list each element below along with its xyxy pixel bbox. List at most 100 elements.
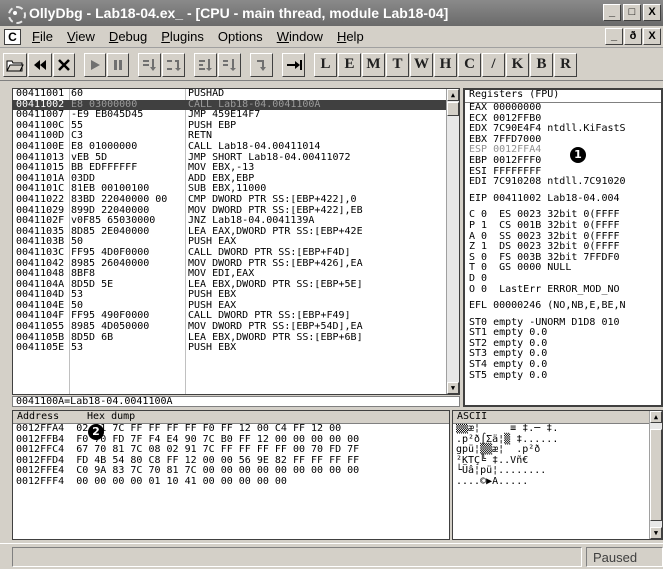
minimize-button[interactable]: _ bbox=[603, 4, 621, 21]
ascii-pane[interactable]: ASCII ▒▒æ¦ ≡ ‡.─ ‡. .p²ð⌠Σä¦▒ ‡...... gpü¦… bbox=[452, 410, 663, 540]
disasm-row[interactable]: 0041104E 50 PUSH EAX bbox=[13, 301, 459, 312]
scroll-thumb[interactable] bbox=[447, 102, 459, 116]
hex-cell: 8D85 2E040000 bbox=[71, 226, 150, 237]
disasm-row[interactable]: 0041101C 81EB 00100100 SUB EBX,11000 bbox=[13, 184, 459, 195]
disasm-row[interactable]: 0041105B 8D5D 6B LEA EBX,DWORD PTR SS:[EBP… bbox=[13, 333, 459, 344]
disasm-row[interactable]: 0041104A 8D5D 5E LEA EBX,DWORD PTR SS:[EBP… bbox=[13, 280, 459, 291]
instruction-cell: PUSHAD bbox=[188, 89, 225, 99]
register-row[interactable]: EFL 00000246 (NO,NB,E,BE,N bbox=[465, 300, 661, 312]
call-stack-button[interactable]: K bbox=[506, 52, 529, 77]
log-window-button[interactable]: L bbox=[314, 52, 337, 77]
disasm-row[interactable]: 00411042 8985 26040000 MOV DWORD PTR SS:[E… bbox=[13, 259, 459, 270]
dump-pane[interactable]: Address Hex dump 0012FFA4 02 91 7C FF FF… bbox=[12, 410, 450, 540]
menu-options-label: Options bbox=[217, 29, 263, 44]
disasm-row[interactable]: 0041100D C3 RETN bbox=[13, 131, 459, 142]
restart-icon[interactable] bbox=[28, 52, 52, 77]
disasm-row[interactable]: 0041101A 03DD ADD EBX,EBP bbox=[13, 174, 459, 185]
register-rows: EAX 00000000 ECX 0012FFB0 EDX 7C90E4F4 ntd… bbox=[465, 102, 661, 382]
menu-options[interactable]: Options bbox=[211, 29, 270, 44]
patches-button[interactable]: / bbox=[482, 52, 505, 77]
dump-row[interactable]: 0012FFF4 00 00 00 00 01 10 41 00 00 00 0… bbox=[13, 476, 449, 488]
hex-column-header[interactable]: Hex dump bbox=[87, 411, 135, 423]
disasm-row[interactable]: 0041100C 55 PUSH EBP bbox=[13, 121, 459, 132]
open-icon[interactable] bbox=[3, 52, 27, 77]
ollydbg-bug-icon[interactable] bbox=[6, 4, 26, 24]
scroll-up-icon[interactable]: ▲ bbox=[447, 89, 459, 101]
pause-icon[interactable] bbox=[107, 52, 129, 77]
mdi-close-button[interactable]: X bbox=[643, 28, 661, 45]
disasm-row[interactable]: 0041104F FF95 490F0000 CALL DWORD PTR SS:[… bbox=[13, 311, 459, 322]
disasm-row[interactable]: 00411015 BB EDFFFFFF MOV EBX,-13 bbox=[13, 163, 459, 174]
instruction-cell: PUSH EAX bbox=[188, 300, 237, 311]
close-icon[interactable] bbox=[53, 52, 75, 77]
menu-plugins[interactable]: Plugins bbox=[154, 29, 211, 44]
menu-help[interactable]: Help bbox=[330, 29, 371, 44]
address-column-header[interactable]: Address bbox=[17, 411, 59, 423]
disasm-row[interactable]: 00411002 E8 03000000 CALL Lab18-04.0041100… bbox=[13, 99, 459, 111]
disasm-row[interactable]: 0041103B 50 PUSH EAX bbox=[13, 237, 459, 248]
menu-debug[interactable]: Debug bbox=[102, 29, 154, 44]
register-row[interactable]: P 1 CS 001B 32bit 0(FFFF bbox=[465, 220, 661, 232]
disasm-row[interactable]: 0041104D 53 PUSH EBX bbox=[13, 290, 459, 301]
disasm-row[interactable]: 0041100E E8 01000000 CALL Lab18-04.0041101… bbox=[13, 142, 459, 153]
disasm-row[interactable]: 0041102F v0F85 65030000 JNZ Lab18-04.00411… bbox=[13, 216, 459, 227]
register-row[interactable]: ST5 empty 0.0 bbox=[465, 370, 661, 382]
dump-address: 0012FFA4 bbox=[16, 423, 65, 434]
disasm-row[interactable]: 00411048 8BF8 MOV EDI,EAX bbox=[13, 269, 459, 280]
ascii-column-header[interactable]: ASCII bbox=[457, 411, 487, 423]
menu-window[interactable]: Window bbox=[270, 29, 330, 44]
disasm-row[interactable]: 00411035 8D85 2E040000 LEA EAX,DWORD PTR S… bbox=[13, 227, 459, 238]
goto-icon[interactable] bbox=[282, 52, 305, 77]
memory-map-button[interactable]: M bbox=[362, 52, 385, 77]
register-row[interactable]: O 0 LastErr ERROR_MOD_NO bbox=[465, 284, 661, 296]
step-over-icon[interactable] bbox=[162, 52, 185, 77]
run-icon[interactable] bbox=[84, 52, 106, 77]
mdi-minimize-button[interactable]: _ bbox=[605, 28, 623, 45]
dump-scrollbar[interactable]: ▲ ▼ bbox=[649, 411, 662, 539]
scroll-down-icon[interactable]: ▼ bbox=[447, 382, 459, 394]
execute-till-return-icon[interactable] bbox=[250, 52, 273, 77]
registers-pane[interactable]: Registers (FPU) EAX 00000000 ECX 0012FFB0… bbox=[463, 88, 663, 407]
register-row[interactable]: EIP 00411002 Lab18-04.004 bbox=[465, 193, 661, 205]
ascii-row[interactable]: ▒▒æ¦ ≡ ‡.─ ‡. bbox=[453, 423, 662, 435]
register-row[interactable]: EBP 0012FFF0 bbox=[465, 155, 661, 167]
hex-cell: 50 bbox=[71, 237, 84, 248]
disasm-row[interactable]: 00411013 vEB 5D JMP SHORT Lab18-04.0041107… bbox=[13, 153, 459, 164]
executables-button[interactable]: E bbox=[338, 52, 361, 77]
hex-cell: 03DD bbox=[71, 173, 96, 184]
cpu-window-icon[interactable]: C bbox=[4, 28, 21, 45]
register-row[interactable]: T 0 GS 0000 NULL bbox=[465, 263, 661, 274]
disasm-row[interactable]: 0041103C FF95 4D0F0000 CALL DWORD PTR SS:[… bbox=[13, 248, 459, 259]
instruction-cell: CALL DWORD PTR SS:[EBP+F4D] bbox=[188, 247, 351, 258]
disassembly-scrollbar[interactable]: ▲ ▼ bbox=[446, 89, 459, 394]
scroll-down-icon[interactable]: ▼ bbox=[650, 527, 662, 539]
disasm-row[interactable]: 00411055 8985 4D050000 MOV DWORD PTR SS:[E… bbox=[13, 322, 459, 333]
close-button[interactable]: X bbox=[643, 4, 661, 21]
windows-button[interactable]: W bbox=[410, 52, 433, 77]
disasm-row[interactable]: 00411022 83BD 22040000 00 CMP DWORD PTR SS… bbox=[13, 195, 459, 206]
scroll-up-icon[interactable]: ▲ bbox=[650, 411, 662, 423]
references-button[interactable]: R bbox=[554, 52, 577, 77]
cpu-button[interactable]: C bbox=[458, 52, 481, 77]
register-row[interactable]: EDI 7C910208 ntdll.7C91020 bbox=[465, 177, 661, 188]
handles-button[interactable]: H bbox=[434, 52, 457, 77]
disasm-row[interactable]: 00411007 -E9 EB045D45 JMP 459E14F7 bbox=[13, 110, 459, 121]
disasm-row[interactable]: 00411029 899D 22040000 MOV DWORD PTR SS:[E… bbox=[13, 206, 459, 217]
breakpoints-button[interactable]: B bbox=[530, 52, 553, 77]
maximize-button[interactable]: □ bbox=[623, 4, 641, 21]
register-row[interactable]: EAX 00000000 bbox=[465, 102, 661, 114]
disasm-row[interactable]: 00411001 60 PUSHAD bbox=[13, 89, 459, 100]
trace-into-icon[interactable] bbox=[194, 52, 217, 77]
disasm-row[interactable]: 0041105E 53 PUSH EBX bbox=[13, 343, 459, 354]
menu-file[interactable]: File bbox=[25, 29, 60, 44]
disassembly-pane[interactable]: 00411001 60 PUSHAD 00411002 E8 03000000 CALL … bbox=[12, 88, 460, 395]
menu-view[interactable]: View bbox=[60, 29, 102, 44]
step-into-icon[interactable] bbox=[138, 52, 161, 77]
mdi-restore-button[interactable]: ð bbox=[624, 28, 642, 45]
threads-button[interactable]: T bbox=[386, 52, 409, 77]
scroll-thumb[interactable] bbox=[650, 429, 662, 521]
register-row[interactable]: D 0 bbox=[465, 273, 661, 285]
ascii-row[interactable]: ....©▶A..... bbox=[453, 476, 662, 488]
hex-cell: -E9 EB045D45 bbox=[71, 110, 144, 121]
trace-over-icon[interactable] bbox=[218, 52, 241, 77]
